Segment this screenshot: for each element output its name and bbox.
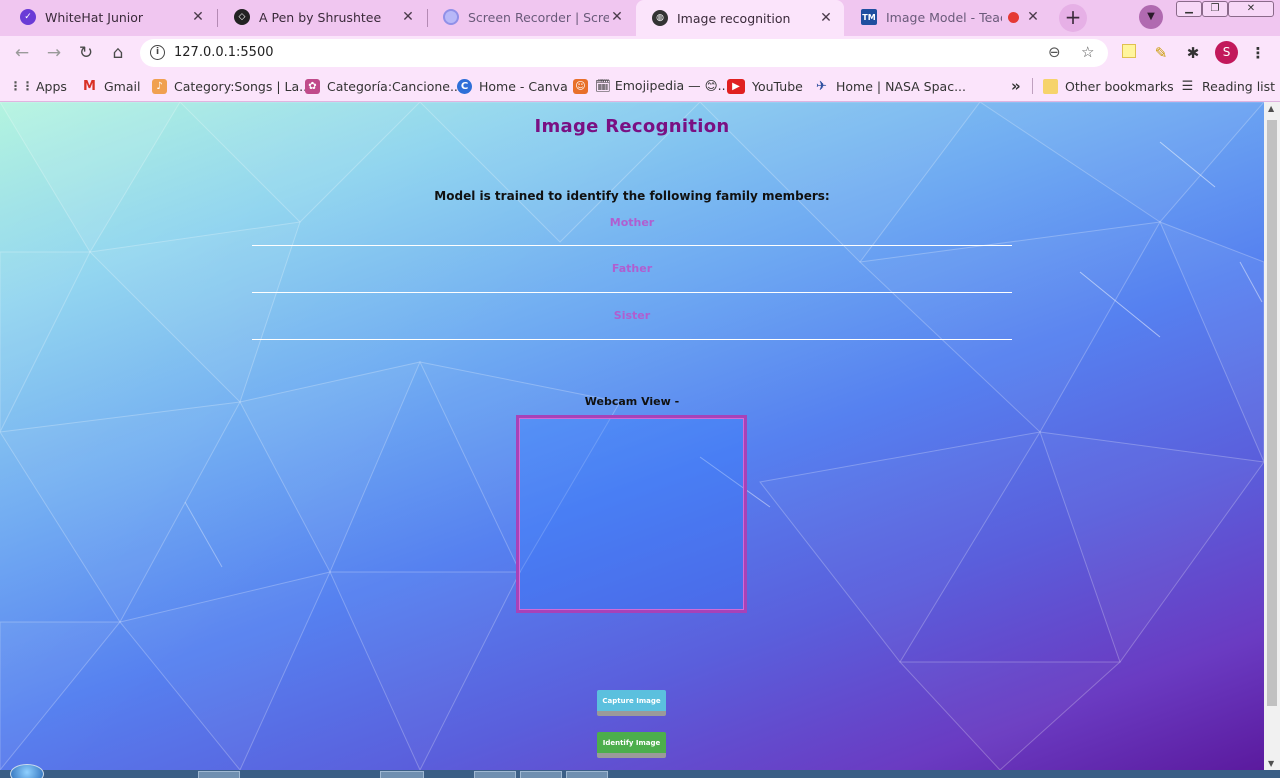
- menu-kebab-icon[interactable]: ⋮: [1247, 42, 1269, 64]
- profile-avatar[interactable]: S: [1215, 41, 1238, 64]
- tab-screencast[interactable]: Screen Recorder | Screencast ✕: [427, 0, 635, 34]
- bookmark-icon: ♪: [152, 78, 167, 94]
- bookmark-star-icon[interactable]: ☆: [1081, 43, 1094, 61]
- gmail-icon: M: [83, 78, 96, 94]
- close-icon[interactable]: ✕: [818, 10, 834, 26]
- bookmark-apps[interactable]: ⋮⋮ Apps: [9, 77, 67, 95]
- reload-icon[interactable]: ↻: [74, 41, 98, 65]
- divider: [252, 339, 1012, 340]
- bookmark-canva[interactable]: C Home - Canva: [457, 77, 568, 95]
- tab-whitehat[interactable]: ✓ WhiteHat Junior ✕: [4, 0, 216, 34]
- divider: [252, 292, 1012, 293]
- canva-icon: C: [457, 78, 472, 94]
- globe-icon: ◍: [652, 10, 668, 26]
- bookmark-nasa[interactable]: ✈ Home | NASA Spac...: [814, 77, 966, 95]
- back-icon[interactable]: ←: [10, 41, 34, 65]
- tab-teachable-machine[interactable]: TM Image Model - Teachable Machine ✕: [845, 0, 1051, 34]
- emojipedia-icon: ☺: [573, 78, 588, 94]
- screencast-icon: [443, 9, 459, 25]
- taskbar: [0, 764, 1280, 778]
- bookmarks-separator: [1032, 78, 1033, 94]
- bookmark-label: Category:Songs | La...: [174, 78, 312, 94]
- more-bookmarks-chevron-icon[interactable]: »: [1011, 77, 1021, 95]
- bookmark-label: Apps: [36, 78, 67, 94]
- identify-image-button[interactable]: Identify Image: [597, 732, 666, 758]
- bookmark-label: Gmail: [104, 78, 141, 94]
- close-icon[interactable]: ✕: [400, 9, 416, 25]
- other-bookmarks-folder[interactable]: Other bookmarks: [1043, 77, 1174, 95]
- scroll-down-icon[interactable]: ▼: [1268, 759, 1274, 768]
- taskbar-item[interactable]: [474, 771, 516, 778]
- taskbar-item[interactable]: [566, 771, 608, 778]
- model-description: Model is trained to identify the followi…: [434, 189, 830, 203]
- tab-label: Image recognition: [677, 10, 791, 26]
- extensions-puzzle-icon[interactable]: ✱: [1182, 42, 1204, 64]
- taskbar-item[interactable]: [520, 771, 562, 778]
- close-icon[interactable]: ✕: [190, 9, 206, 25]
- tab-label: Screen Recorder | Screencast: [468, 9, 609, 25]
- tab-codepen[interactable]: ◇ A Pen by Shrushtee ✕: [218, 0, 426, 34]
- recording-icon: [1008, 11, 1019, 23]
- apps-icon: ⋮⋮: [9, 79, 34, 93]
- bookmark-canciones[interactable]: ✿ Categoría:Cancione...: [305, 77, 462, 95]
- bookmark-gmail[interactable]: M Gmail: [82, 77, 140, 95]
- home-icon[interactable]: ⌂: [106, 41, 130, 65]
- bookmark-youtube[interactable]: ▶ YouTube: [727, 77, 803, 95]
- tab-label: WhiteHat Junior: [45, 9, 144, 25]
- bookmark-label: YouTube: [752, 78, 803, 94]
- reading-list[interactable]: ☰ Reading list: [1180, 77, 1275, 95]
- minimize-button[interactable]: ▁: [1176, 1, 1202, 17]
- bookmark-label: Categoría:Cancione...: [327, 78, 462, 94]
- bookmark-label: Reading list: [1202, 78, 1276, 94]
- tab-search-icon[interactable]: ▼: [1139, 5, 1163, 29]
- divider: [252, 245, 1012, 246]
- bookmark-label: Other bookmarks: [1065, 78, 1174, 94]
- bookmark-label: Home | NASA Spac...: [836, 78, 966, 94]
- tab-strip: ✓ WhiteHat Junior ✕ ◇ A Pen by Shrushtee…: [0, 0, 1280, 36]
- codepen-icon: ◇: [234, 9, 250, 25]
- member-sister: Sister: [613, 309, 651, 322]
- page-viewport: Image Recognition Model is trained to id…: [0, 102, 1264, 770]
- site-info-icon[interactable]: i: [150, 45, 165, 60]
- maximize-button[interactable]: ❐: [1202, 1, 1228, 17]
- tab-label: A Pen by Shrushtee: [259, 9, 382, 25]
- bookmark-label: Home - Canva: [479, 78, 568, 94]
- start-button[interactable]: [10, 764, 44, 778]
- address-bar[interactable]: i 127.0.0.1:5500 ⊖ ☆: [140, 39, 1108, 67]
- url-text[interactable]: 127.0.0.1:5500: [174, 45, 274, 60]
- tab-image-recognition[interactable]: ◍ Image recognition ✕: [636, 0, 844, 36]
- capture-image-button[interactable]: Capture Image: [597, 690, 666, 716]
- webcam-label: Webcam View -: [584, 395, 680, 408]
- close-icon[interactable]: ✕: [1025, 9, 1041, 25]
- bookmark-emojipedia[interactable]: ☺ 🗓 Emojipedia — 😊...: [573, 77, 730, 95]
- bookmarks-bar: ⋮⋮ Apps M Gmail ♪ Category:Songs | La...…: [0, 70, 1280, 102]
- pencil-extension-icon[interactable]: ✎: [1150, 42, 1172, 64]
- zoom-icon[interactable]: ⊖: [1048, 43, 1061, 61]
- member-father: Father: [611, 262, 653, 275]
- bookmark-icon: ✿: [305, 78, 320, 94]
- new-tab-button[interactable]: +: [1059, 4, 1087, 32]
- bookmark-songs[interactable]: ♪ Category:Songs | La...: [152, 77, 311, 95]
- scrollbar-thumb[interactable]: [1267, 120, 1277, 706]
- bookmark-label: 🗓 Emojipedia — 😊...: [595, 78, 730, 93]
- folder-icon: [1043, 78, 1058, 94]
- nasa-icon: ✈: [816, 78, 827, 94]
- forward-icon[interactable]: →: [42, 41, 66, 65]
- taskbar-item[interactable]: [380, 771, 424, 778]
- youtube-icon: ▶: [727, 78, 745, 94]
- sticky-note-extension-icon[interactable]: [1118, 42, 1140, 64]
- vertical-scrollbar[interactable]: ▲ ▼: [1264, 102, 1280, 770]
- tm-icon: TM: [861, 9, 877, 25]
- page-title: Image Recognition: [534, 116, 730, 137]
- webcam-view: [516, 415, 747, 613]
- member-mother: Mother: [609, 216, 655, 229]
- scroll-up-icon[interactable]: ▲: [1268, 104, 1274, 113]
- taskbar-item[interactable]: [198, 771, 240, 778]
- reading-list-icon: ☰: [1181, 78, 1194, 94]
- browser-toolbar: ← → ↻ ⌂ i 127.0.0.1:5500 ⊖ ☆ ✎ ✱ S ⋮: [0, 36, 1280, 70]
- close-icon[interactable]: ✕: [609, 9, 625, 25]
- whitehat-icon: ✓: [20, 9, 36, 25]
- tab-label: Image Model - Teachable Machine: [886, 9, 1002, 25]
- close-window-button[interactable]: ✕: [1228, 1, 1274, 17]
